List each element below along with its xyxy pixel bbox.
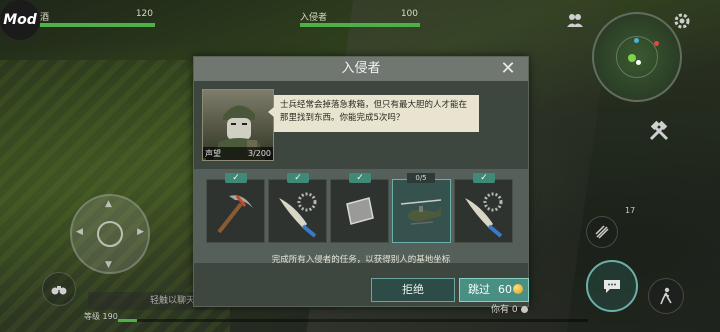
- task-complete-badge: ✓: [225, 173, 247, 183]
- currency-owned-label: 你有: [491, 305, 510, 315]
- binoculars-button[interactable]: [42, 272, 76, 306]
- drink-stat-value: 120: [135, 9, 153, 19]
- pickaxe-icon: [217, 195, 253, 234]
- intruder-bar: [300, 23, 420, 27]
- task-slot-pickaxe[interactable]: ✓: [206, 173, 265, 243]
- intruder-stat-label: 入侵者: [300, 13, 328, 23]
- skip-label: 跳过: [468, 283, 490, 296]
- currency-owned: 你有 0: [491, 302, 528, 315]
- joystick-knob[interactable]: [97, 221, 123, 247]
- task-slot-machete[interactable]: ✓: [268, 173, 327, 243]
- sneak-button[interactable]: [648, 278, 684, 314]
- xp-bar: [118, 319, 588, 322]
- crafting-hammer-icon[interactable]: [648, 120, 670, 146]
- claw-attack-button[interactable]: [586, 216, 618, 248]
- chat-bubble-icon: [604, 280, 620, 293]
- movement-joystick[interactable]: ▲ ▼ ◀ ▶: [70, 194, 150, 274]
- helicopter-icon: [400, 199, 442, 225]
- close-icon[interactable]: ✕: [498, 59, 518, 79]
- walking-person-icon: [660, 287, 672, 305]
- settings-gear-icon[interactable]: [673, 12, 691, 34]
- minimap-base-marker: [636, 60, 641, 65]
- dialog-title: 入侵者: [341, 61, 381, 76]
- drink-stat-label: 酒: [40, 13, 50, 23]
- friends-icon[interactable]: [566, 12, 584, 32]
- soldier-portrait: 声望 3/200: [202, 89, 274, 161]
- coin-icon: [513, 284, 523, 294]
- task-complete-badge: ✓: [349, 173, 371, 183]
- saw-blade-machete-icon: [465, 192, 503, 238]
- reputation-label: 声望: [205, 149, 221, 158]
- drink-bar: [40, 23, 155, 27]
- refuse-button[interactable]: 拒绝: [371, 278, 455, 302]
- minimap[interactable]: [592, 12, 682, 102]
- drink-stat: 酒 120: [40, 9, 155, 27]
- minimap-player-marker: [628, 54, 636, 62]
- task-complete-badge: ✓: [287, 173, 309, 183]
- skip-cost: 60: [498, 283, 512, 296]
- task-strip: ✓ ✓ ✓ 0/5 ✓: [194, 169, 528, 263]
- task-slot-plate[interactable]: ✓: [330, 173, 389, 243]
- task-slot-machete-2[interactable]: ✓: [454, 173, 513, 243]
- mod-badge[interactable]: Mod: [0, 0, 40, 40]
- reputation-value: 3/200: [247, 149, 271, 158]
- currency-owned-value: 0: [511, 305, 518, 315]
- task-reward-description: 完成所有入侵者的任务，以获得别人的基地坐标: [271, 255, 451, 265]
- coin-icon: [520, 306, 528, 313]
- speech-bubble: 士兵经常会掉落急救箱，但只有最大胆的人才能在那里找到东西。你能完成5次吗？: [268, 95, 479, 132]
- task-slot-helicopter[interactable]: 0/5: [392, 173, 451, 243]
- minimap-enemy-marker: [654, 41, 659, 46]
- intruder-stat: 入侵者 100: [300, 9, 420, 27]
- metal-plate-icon: [346, 197, 374, 225]
- binoculars-icon: [51, 286, 67, 295]
- claw-icon: [595, 225, 609, 239]
- intruder-dialog: 入侵者 ✕ 声望 3/200 士兵经常会掉落急救箱，但只有最大胆的人才能在那里找…: [193, 56, 529, 307]
- minimap-marker: [634, 38, 639, 43]
- chat-button[interactable]: [586, 260, 638, 312]
- task-progress-badge: 0/5: [407, 173, 435, 183]
- ammo-count: 17: [625, 206, 636, 215]
- level-label: 等级 190: [84, 312, 118, 321]
- skip-button[interactable]: 跳过 60: [459, 278, 529, 302]
- intruder-stat-value: 100: [400, 9, 418, 19]
- saw-blade-machete-icon: [279, 192, 317, 238]
- task-complete-badge: ✓: [473, 173, 495, 183]
